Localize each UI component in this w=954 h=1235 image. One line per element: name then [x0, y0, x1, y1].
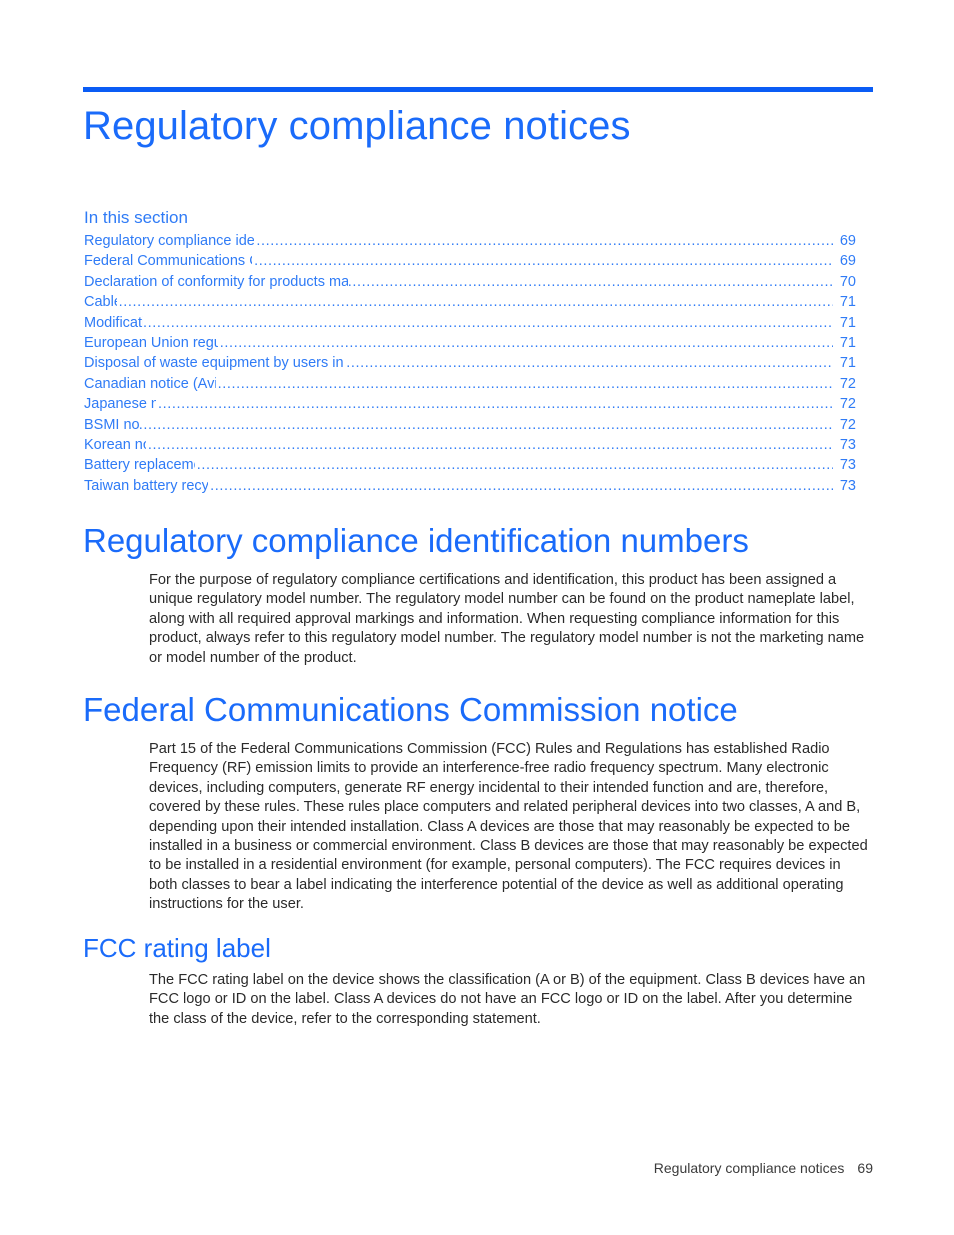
- toc-entry[interactable]: Japanese notice 72: [84, 394, 856, 414]
- title-rule: [83, 87, 873, 92]
- toc-entry-page: 73: [839, 436, 856, 453]
- toc-entry-page: 72: [839, 396, 856, 413]
- toc-entry-page: 71: [839, 294, 856, 311]
- toc-leader-dots: [139, 415, 833, 435]
- toc-leader-dots: [346, 353, 833, 373]
- toc-entry-page: 72: [839, 416, 856, 433]
- toc-entry[interactable]: Canadian notice (Avis Canadien) 72: [84, 374, 856, 394]
- toc-entry[interactable]: Federal Communications Commission notice…: [84, 251, 856, 271]
- footer-page-number: 69: [857, 1160, 873, 1176]
- section-paragraph-fcc-rating-label: The FCC rating label on the device shows…: [149, 972, 866, 1027]
- toc-entry-label: Cables: [84, 294, 117, 311]
- toc-leader-dots: [143, 313, 833, 333]
- toc-entry[interactable]: Disposal of waste equipment by users in …: [84, 353, 856, 373]
- toc-entry-page: 72: [839, 375, 856, 392]
- toc-entry-label: Korean notice: [84, 436, 146, 453]
- toc-entry-label: Regulatory compliance identification num…: [84, 232, 255, 249]
- section-paragraph-regulatory-compliance-identification-numbers: For the purpose of regulatory compliance…: [149, 572, 865, 666]
- toc-leader-dots: [158, 394, 833, 414]
- section-heading-regulatory-compliance-identification-numbers: Regulatory compliance identification num…: [83, 522, 749, 559]
- footer-chapter-label: Regulatory compliance notices: [653, 1160, 845, 1176]
- toc-entry-label: BSMI notice: [84, 416, 139, 433]
- section-paragraph-federal-communications-commission-notice: Part 15 of the Federal Communications Co…: [149, 741, 868, 913]
- toc-heading: In this section: [84, 208, 188, 227]
- toc-entry-label: Japanese notice: [84, 396, 156, 413]
- toc-leader-dots: [220, 333, 833, 353]
- toc-entry-label: European Union regulatory notice: [84, 334, 218, 351]
- toc-entry[interactable]: BSMI notice 72: [84, 415, 856, 435]
- toc-entry[interactable]: Korean notice 73: [84, 435, 856, 455]
- toc-entry[interactable]: Taiwan battery recycling notice 73: [84, 476, 856, 496]
- toc-leader-dots: [256, 231, 833, 251]
- section-heading-federal-communications-commission-notice: Federal Communications Commission notice: [83, 691, 738, 728]
- toc-leader-dots: [119, 292, 833, 312]
- toc-entry[interactable]: Battery replacement notice 73: [84, 455, 856, 475]
- toc-entry-label: Taiwan battery recycling notice: [84, 477, 209, 494]
- page-title: Regulatory compliance notices: [83, 104, 631, 148]
- document-page: Regulatory compliance notices In this se…: [0, 0, 954, 1235]
- page-footer: Regulatory compliance notices 69: [83, 1158, 873, 1178]
- toc-entry-label: Declaration of conformity for products m…: [84, 273, 348, 290]
- toc-entry-page: 71: [839, 355, 856, 372]
- toc-leader-dots: [348, 272, 833, 292]
- toc-entry-page: 73: [839, 457, 856, 474]
- toc-leader-dots: [148, 435, 833, 455]
- toc-entry[interactable]: European Union regulatory notice 71: [84, 333, 856, 353]
- toc-entry-label: Disposal of waste equipment by users in …: [84, 355, 346, 372]
- toc-entry[interactable]: Regulatory compliance identification num…: [84, 231, 856, 251]
- toc-entry-page: 71: [839, 334, 856, 351]
- toc-entry[interactable]: Cables 71: [84, 292, 856, 312]
- toc-leader-dots: [254, 251, 833, 271]
- toc-entry-page: 69: [839, 253, 856, 270]
- toc-entry-label: Modifications: [84, 314, 143, 331]
- toc-leader-dots: [210, 476, 833, 496]
- toc-entry[interactable]: Declaration of conformity for products m…: [84, 272, 856, 292]
- toc-entry-label: Canadian notice (Avis Canadien): [84, 375, 216, 392]
- toc-entry-page: 71: [839, 314, 856, 331]
- toc-entry-page: 73: [839, 477, 856, 494]
- toc-entry-page: 69: [839, 232, 856, 249]
- toc-leader-dots: [197, 455, 833, 475]
- section-heading-fcc-rating-label: FCC rating label: [83, 933, 271, 963]
- toc-entry-label: Battery replacement notice: [84, 457, 195, 474]
- toc-entry-label: Federal Communications Commission notice: [84, 253, 252, 270]
- table-of-contents: Regulatory compliance identification num…: [84, 231, 856, 496]
- toc-leader-dots: [218, 374, 833, 394]
- toc-entry-page: 70: [839, 273, 856, 290]
- toc-entry[interactable]: Modifications 71: [84, 313, 856, 333]
